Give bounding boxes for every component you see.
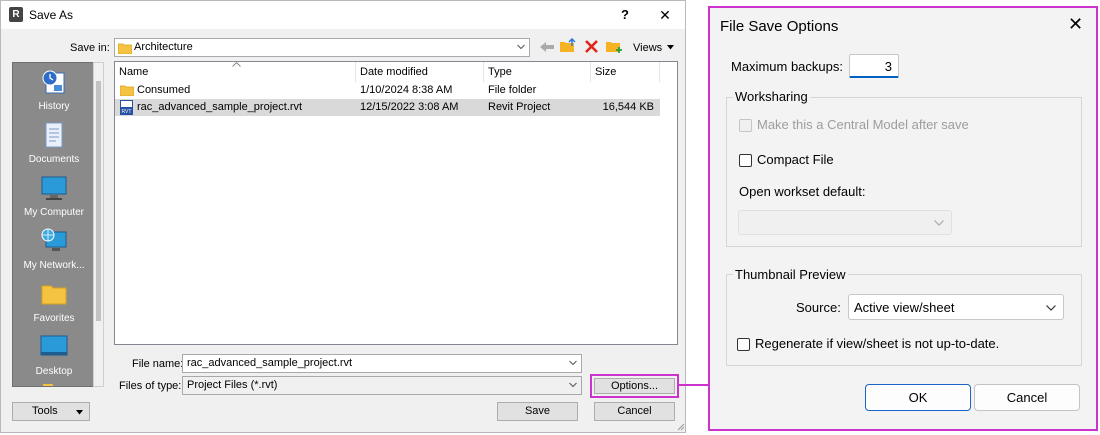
place-favorites-label: Favorites bbox=[33, 313, 75, 324]
fso-close-button[interactable]: ✕ bbox=[1068, 14, 1083, 35]
folder-icon bbox=[118, 43, 132, 54]
options-button[interactable]: Options... bbox=[594, 378, 675, 394]
chevron-down-icon bbox=[934, 220, 944, 226]
views-dropdown-icon[interactable] bbox=[667, 45, 674, 50]
save-as-dialog: R Save As ? ✕ Save in: Architecture View… bbox=[0, 0, 686, 433]
chevron-down-icon bbox=[1046, 305, 1056, 311]
compact-file-checkbox[interactable] bbox=[739, 154, 752, 167]
svg-text:RVT: RVT bbox=[122, 109, 132, 115]
central-model-checkbox[interactable] bbox=[739, 119, 752, 132]
chevron-down-icon bbox=[569, 360, 577, 366]
source-select[interactable]: Active view/sheet bbox=[848, 294, 1064, 320]
place-favorites[interactable]: Favorites bbox=[13, 281, 95, 324]
places-scroll-thumb[interactable] bbox=[96, 81, 101, 321]
file-name-value: rac_advanced_sample_project.rvt bbox=[187, 357, 353, 369]
file-type: Revit Project bbox=[488, 101, 551, 113]
column-date-modified[interactable]: Date modified bbox=[356, 62, 484, 82]
resize-grip-icon[interactable] bbox=[676, 422, 685, 431]
worksharing-label: Worksharing bbox=[733, 89, 810, 104]
place-my-computer[interactable]: My Computer bbox=[13, 175, 95, 218]
tools-button[interactable]: Tools bbox=[12, 402, 90, 421]
max-backups-value: 3 bbox=[884, 59, 892, 74]
chevron-down-icon bbox=[569, 382, 577, 388]
place-my-computer-label: My Computer bbox=[23, 207, 84, 218]
central-model-label: Make this a Central Model after save bbox=[757, 117, 969, 132]
place-documents-label: Documents bbox=[28, 154, 80, 165]
column-size[interactable]: Size bbox=[591, 62, 660, 82]
file-row[interactable]: Consumed 1/10/2024 8:38 AM File folder bbox=[115, 82, 660, 99]
files-of-type-select[interactable]: Project Files (*.rvt) bbox=[182, 376, 582, 395]
max-backups-input[interactable]: 3 bbox=[849, 54, 899, 78]
views-menu[interactable]: Views bbox=[633, 42, 662, 54]
up-folder-icon[interactable] bbox=[560, 38, 577, 54]
source-label: Source: bbox=[796, 300, 841, 315]
place-desktop-label: Desktop bbox=[35, 366, 73, 377]
file-list[interactable]: Name Date modified Type Size Consumed 1/… bbox=[114, 61, 678, 345]
folder-icon bbox=[120, 85, 134, 96]
documents-icon bbox=[45, 122, 63, 148]
file-save-options-dialog: File Save Options ✕ Maximum backups: 3 W… bbox=[708, 6, 1098, 431]
desktop-icon bbox=[40, 335, 68, 356]
folder-icon bbox=[43, 384, 67, 386]
file-type: File folder bbox=[488, 84, 537, 96]
open-workset-select[interactable] bbox=[738, 210, 952, 235]
places-scrollbar[interactable] bbox=[93, 62, 104, 387]
back-arrow-icon[interactable] bbox=[539, 40, 555, 54]
file-date: 1/10/2024 8:38 AM bbox=[360, 84, 453, 96]
favorites-icon bbox=[41, 285, 67, 305]
compact-file-label: Compact File bbox=[757, 152, 834, 167]
save-as-title: Save As bbox=[29, 8, 74, 22]
history-icon bbox=[42, 70, 65, 94]
file-size: 16,544 KB bbox=[602, 101, 654, 113]
save-button[interactable]: Save bbox=[497, 402, 578, 421]
max-backups-label: Maximum backups: bbox=[731, 59, 843, 74]
delete-icon[interactable] bbox=[585, 40, 598, 53]
my-computer-icon bbox=[41, 176, 67, 200]
place-history[interactable]: History bbox=[13, 69, 95, 112]
place-history-label: History bbox=[38, 101, 70, 112]
thumbnail-group bbox=[726, 274, 1082, 366]
regenerate-checkbox[interactable] bbox=[737, 338, 750, 351]
open-workset-label: Open workset default: bbox=[739, 184, 866, 199]
files-of-type-label: Files of type: bbox=[119, 380, 182, 392]
place-my-network[interactable]: My Network... bbox=[13, 228, 95, 271]
save-in-combo[interactable]: Architecture bbox=[114, 38, 530, 57]
place-my-network-label: My Network... bbox=[23, 260, 85, 271]
file-name-input[interactable]: rac_advanced_sample_project.rvt bbox=[182, 354, 582, 373]
tools-label: Tools bbox=[32, 405, 58, 417]
file-name-label: File name: bbox=[132, 358, 184, 370]
tools-dropdown-icon bbox=[76, 410, 83, 415]
revit-file-icon: RVT bbox=[120, 100, 133, 115]
close-button[interactable]: ✕ bbox=[654, 5, 676, 25]
save-in-label: Save in: bbox=[70, 42, 110, 54]
my-network-icon bbox=[41, 228, 67, 251]
help-button[interactable]: ? bbox=[614, 5, 636, 25]
file-date: 12/15/2022 3:08 AM bbox=[360, 101, 459, 113]
callout-connector bbox=[678, 384, 708, 386]
revit-app-icon: R bbox=[9, 7, 23, 22]
place-desktop[interactable]: Desktop bbox=[13, 334, 95, 377]
save-in-value: Architecture bbox=[134, 41, 193, 53]
cancel-button[interactable]: Cancel bbox=[594, 402, 675, 421]
regenerate-label: Regenerate if view/sheet is not up-to-da… bbox=[755, 336, 1000, 351]
fso-title: File Save Options bbox=[720, 18, 839, 35]
source-value: Active view/sheet bbox=[854, 300, 955, 315]
new-folder-icon[interactable] bbox=[606, 38, 623, 54]
chevron-down-icon bbox=[517, 44, 525, 50]
save-as-titlebar[interactable]: R Save As ? ✕ bbox=[1, 1, 685, 29]
ok-button[interactable]: OK bbox=[865, 384, 971, 411]
file-name: Consumed bbox=[137, 84, 191, 96]
thumbnail-label: Thumbnail Preview bbox=[733, 267, 848, 282]
places-bar: History Documents My Computer My Network… bbox=[12, 62, 96, 387]
file-row-selected[interactable]: RVT rac_advanced_sample_project.rvt 12/1… bbox=[115, 99, 660, 116]
sort-ascending-icon bbox=[232, 62, 241, 67]
files-of-type-value: Project Files (*.rvt) bbox=[187, 379, 278, 391]
file-list-scroll-area bbox=[660, 62, 677, 344]
column-type[interactable]: Type bbox=[484, 62, 591, 82]
file-name: rac_advanced_sample_project.rvt bbox=[137, 101, 303, 113]
place-documents[interactable]: Documents bbox=[13, 122, 95, 165]
fso-cancel-button[interactable]: Cancel bbox=[974, 384, 1080, 411]
